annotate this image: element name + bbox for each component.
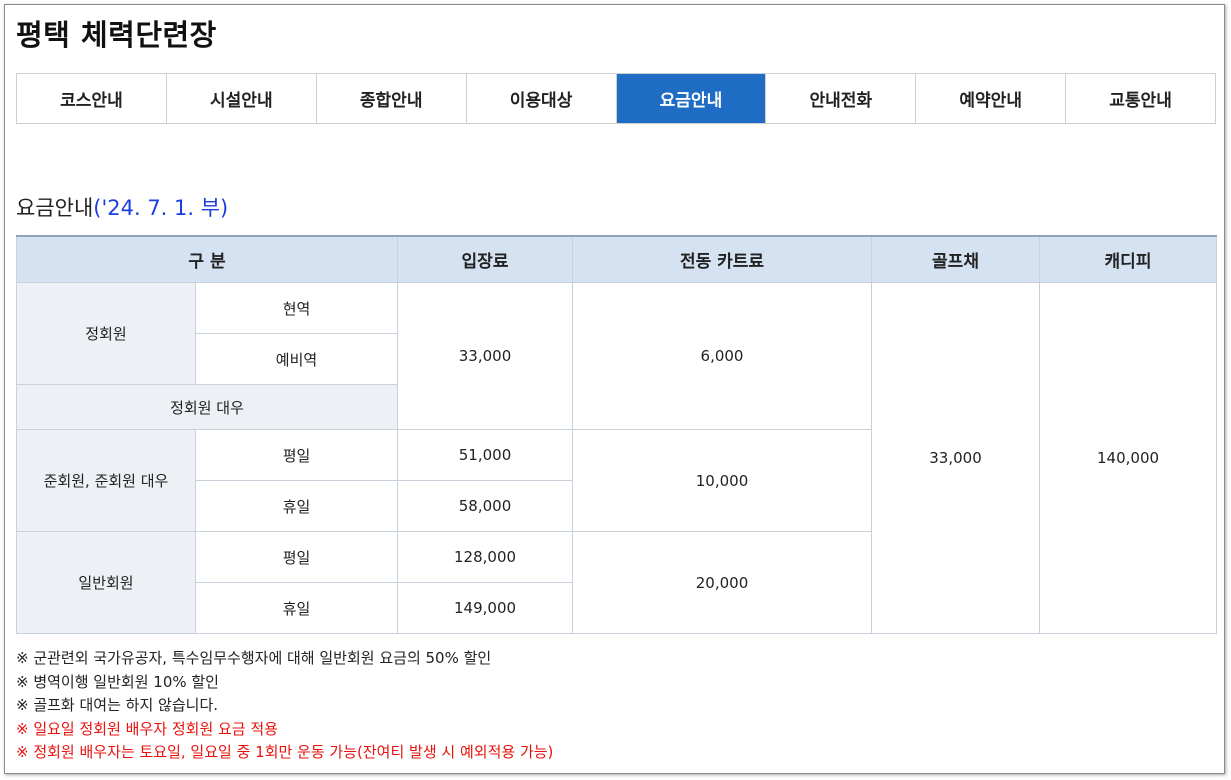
- tab-general[interactable]: 종합안내: [316, 74, 467, 123]
- tab-reservation[interactable]: 예약안내: [916, 74, 1067, 123]
- regular-cart-fee: 6,000: [572, 282, 873, 430]
- tab-course[interactable]: 코스안내: [17, 74, 167, 123]
- section-title-date: ('24. 7. 1. 부): [93, 196, 229, 220]
- section-title: 요금안내('24. 7. 1. 부): [16, 192, 228, 222]
- fee-table: 구 분 입장료 전동 카트료 골프채 캐디피 정회원 현역 33,000 6,0…: [15, 235, 1218, 634]
- note-item: ※ 병역이행 일반회원 10% 할인: [16, 672, 219, 691]
- row-associate-weekday: 평일: [194, 429, 399, 481]
- header-cart-fee: 전동 카트료: [572, 235, 873, 283]
- notes-list: ※ 군관련외 국가유공자, 특수임무수행자에 대해 일반회원 요금의 50% 할…: [16, 647, 553, 765]
- general-cart-fee: 20,000: [572, 531, 873, 634]
- note-item-highlight: ※ 일요일 정회원 배우자 정회원 요금 적용: [16, 719, 278, 738]
- club-fee: 33,000: [871, 282, 1041, 634]
- associate-cart-fee: 10,000: [572, 429, 873, 532]
- associate-weekday-entry-fee: 51,000: [397, 429, 574, 481]
- regular-entry-fee: 33,000: [397, 282, 574, 430]
- tab-facility[interactable]: 시설안내: [166, 74, 317, 123]
- row-general-holiday: 휴일: [194, 582, 399, 634]
- general-holiday-entry-fee: 149,000: [397, 582, 574, 634]
- general-weekday-entry-fee: 128,000: [397, 531, 574, 583]
- note-item: ※ 군관련외 국가유공자, 특수임무수행자에 대해 일반회원 요금의 50% 할…: [16, 649, 492, 667]
- tab-phone[interactable]: 안내전화: [766, 74, 917, 123]
- note-item-highlight: ※ 정회원 배우자는 토요일, 일요일 중 1회만 운동 가능(잔여티 발생 시…: [16, 743, 554, 761]
- note-item: ※ 골프화 대여는 하지 않습니다.: [16, 696, 219, 714]
- associate-holiday-entry-fee: 58,000: [397, 480, 574, 532]
- table-row: 정회원 현역 33,000 6,000 33,000 140,000: [16, 282, 1218, 634]
- page-title: 평택 체력단련장: [16, 18, 217, 52]
- row-associate-holiday: 휴일: [194, 480, 399, 532]
- table-header-row: 구 분 입장료 전동 카트료 골프채 캐디피: [15, 235, 1218, 283]
- header-club-fee: 골프채: [871, 235, 1041, 283]
- row-general-weekday: 평일: [194, 531, 399, 583]
- row-associate-label: 준회원, 준회원 대우: [16, 429, 196, 532]
- row-general-label: 일반회원: [16, 531, 196, 634]
- row-regular-equiv-label: 정회원 대우: [15, 384, 399, 430]
- header-caddie-fee: 캐디피: [1039, 235, 1218, 283]
- section-title-text: 요금안내: [16, 196, 94, 220]
- tab-fees[interactable]: 요금안내: [616, 74, 767, 123]
- caddie-fee: 140,000: [1039, 282, 1218, 634]
- header-category: 구 분: [15, 235, 399, 283]
- row-regular-active: 현역: [194, 282, 399, 334]
- tab-bar: 코스안내 시설안내 종합안내 이용대상 요금안내 안내전화 예약안내 교통안내: [16, 73, 1216, 124]
- tab-eligibility[interactable]: 이용대상: [466, 74, 617, 123]
- row-regular-reserve: 예비역: [194, 333, 399, 385]
- tab-transport[interactable]: 교통안내: [1066, 74, 1215, 123]
- row-regular-label: 정회원: [16, 282, 196, 385]
- header-entry-fee: 입장료: [397, 235, 574, 283]
